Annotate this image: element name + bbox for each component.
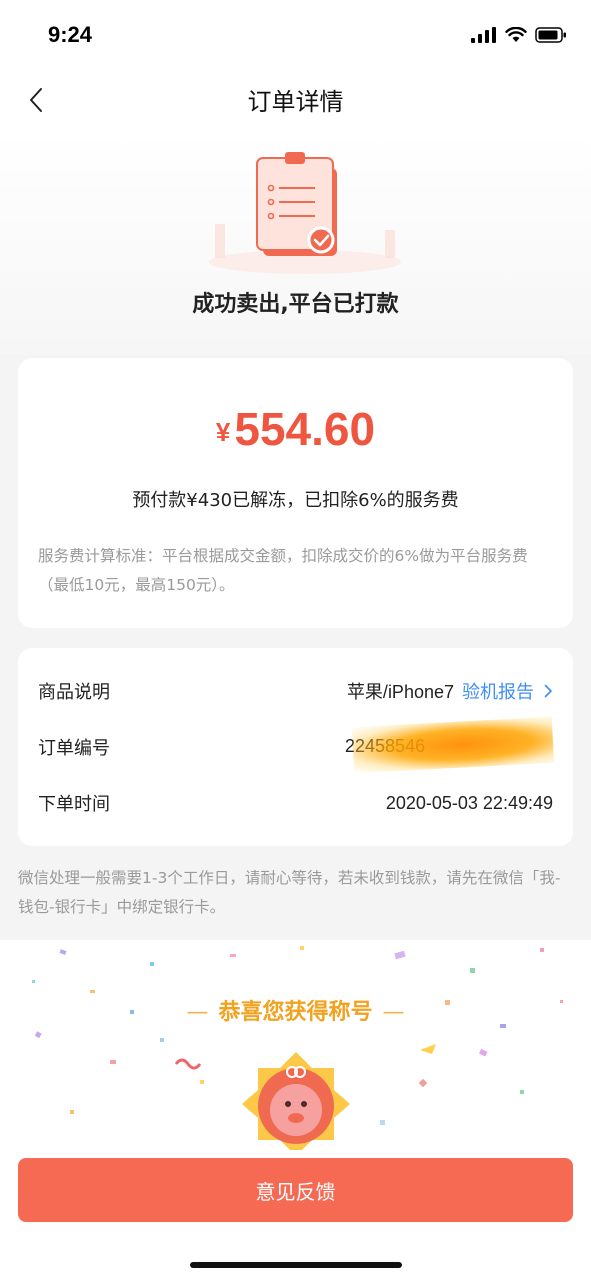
clipboard-check-icon	[209, 152, 401, 274]
congrats-text: 恭喜您获得称号	[218, 1000, 373, 1025]
signal-icon	[471, 27, 496, 43]
product-value-group: 苹果/iPhone7 验机报告	[347, 678, 553, 704]
amount-card: ¥554.60 预付款¥430已解冻，已扣除6%的服务费 服务费计算标准：平台根…	[18, 358, 573, 628]
order-time-row: 下单时间 2020-05-03 22:49:49	[38, 788, 553, 818]
bottom-bar: 意见反馈	[0, 1150, 591, 1280]
inspection-report-link[interactable]: 验机报告	[462, 678, 534, 704]
order-time-value: 2020-05-03 22:49:49	[385, 792, 553, 813]
currency-symbol: ¥	[215, 417, 231, 447]
celebration-section: — 恭喜您获得称号 —	[0, 940, 591, 1150]
chevron-right-icon[interactable]	[544, 684, 553, 698]
title-dash-right: —	[382, 1000, 405, 1025]
home-indicator	[190, 1262, 402, 1268]
order-number-row: 订单编号 22458546	[38, 716, 555, 774]
feedback-button[interactable]: 意见反馈	[18, 1158, 573, 1222]
redaction-mark	[351, 716, 555, 774]
wechat-note: 微信处理一般需要1-3个工作日，请耐心等待，若未收到钱款，请先在微信「我-钱包-…	[18, 869, 561, 916]
wifi-icon	[505, 27, 527, 42]
status-bar: 9:24	[0, 0, 591, 70]
fee-rule-text: 服务费计算标准：平台根据成交金额，扣除成交价的6%做为平台服务费（最低10元，最…	[38, 547, 528, 594]
order-number-label: 订单编号	[38, 738, 110, 759]
congrats-title: — 恭喜您获得称号 —	[0, 994, 591, 1026]
order-info-card: 商品说明 苹果/iPhone7 验机报告 订单编号 22458546 下单时间 …	[18, 648, 573, 846]
order-number-group: 22458546	[345, 716, 555, 774]
product-label: 商品说明	[38, 682, 110, 703]
nav-bar: 订单详情	[0, 70, 591, 130]
order-status-text: 成功卖出,平台已打款	[192, 292, 399, 317]
battery-icon	[535, 27, 566, 43]
product-value: 苹果/iPhone7	[346, 682, 454, 702]
status-time: 9:24	[48, 22, 93, 47]
page-title: 订单详情	[247, 88, 344, 116]
payout-amount: ¥554.60	[18, 402, 573, 456]
amount-value: 554.60	[234, 403, 376, 455]
order-time-label: 下单时间	[38, 794, 110, 815]
status-icons	[471, 26, 567, 44]
pig-badge-icon	[242, 1052, 350, 1150]
product-row: 商品说明 苹果/iPhone7 验机报告	[38, 676, 553, 706]
deposit-note: 预付款¥430已解冻，已扣除6%的服务费	[132, 490, 459, 511]
title-dash-left: —	[186, 1000, 209, 1025]
order-status-hero: 成功卖出,平台已打款	[0, 130, 591, 355]
